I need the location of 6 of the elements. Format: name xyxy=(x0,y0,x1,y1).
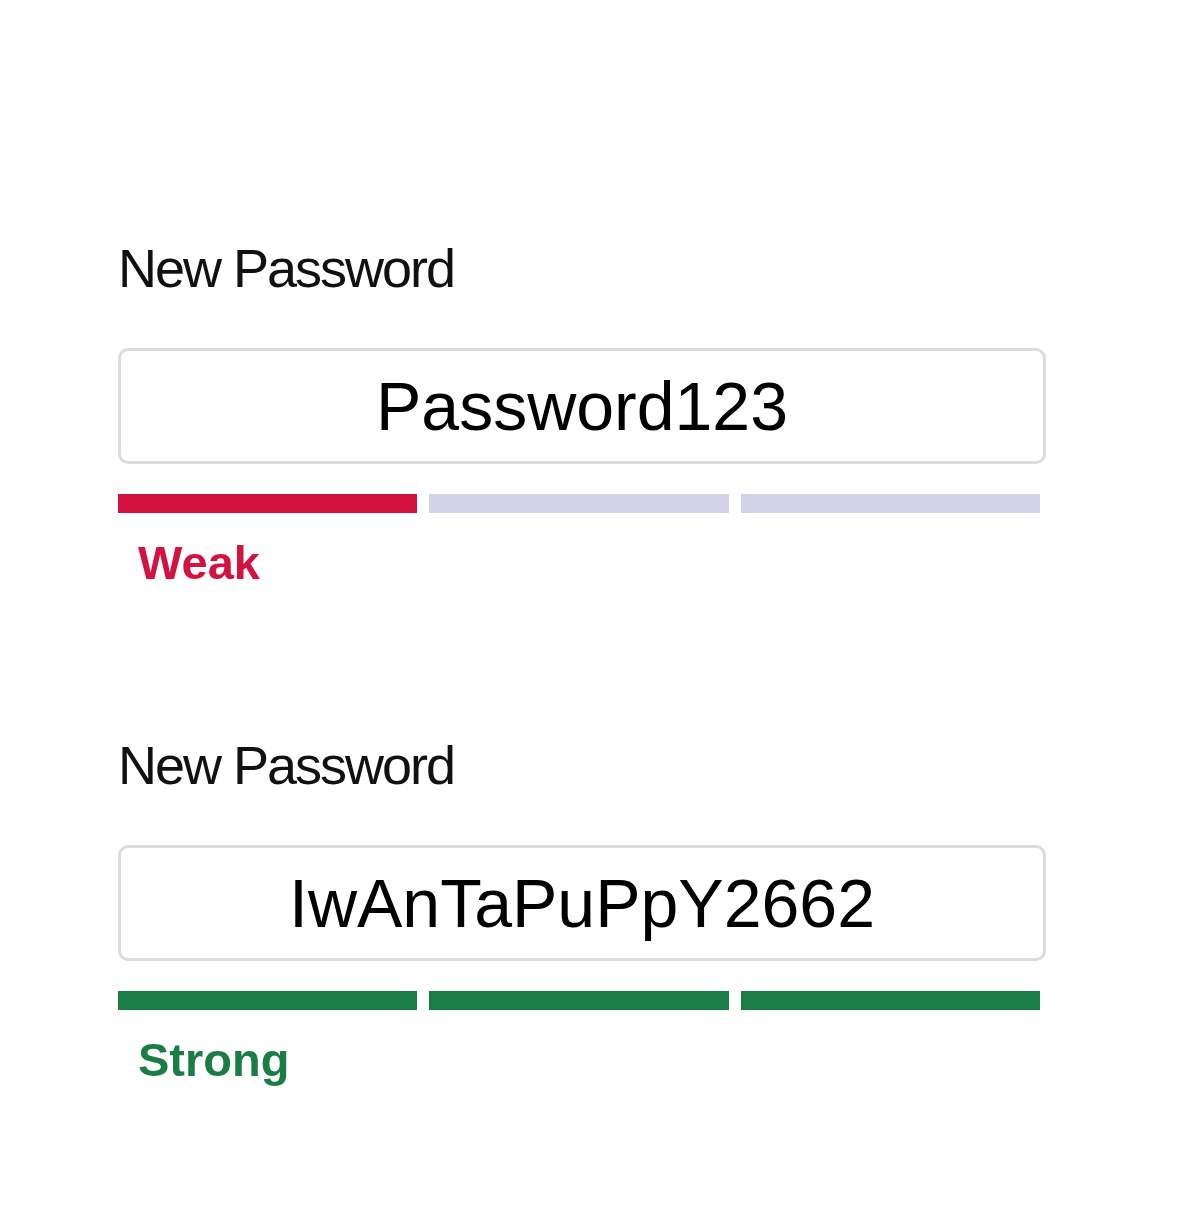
strength-label: Strong xyxy=(138,1032,290,1088)
field-label: New Password xyxy=(118,237,455,300)
field-label: New Password xyxy=(118,734,455,797)
password-field[interactable]: IwAnTaPuPpY2662 xyxy=(118,845,1046,961)
password-field[interactable]: Password123 xyxy=(118,348,1046,464)
strength-label: Weak xyxy=(138,535,260,591)
